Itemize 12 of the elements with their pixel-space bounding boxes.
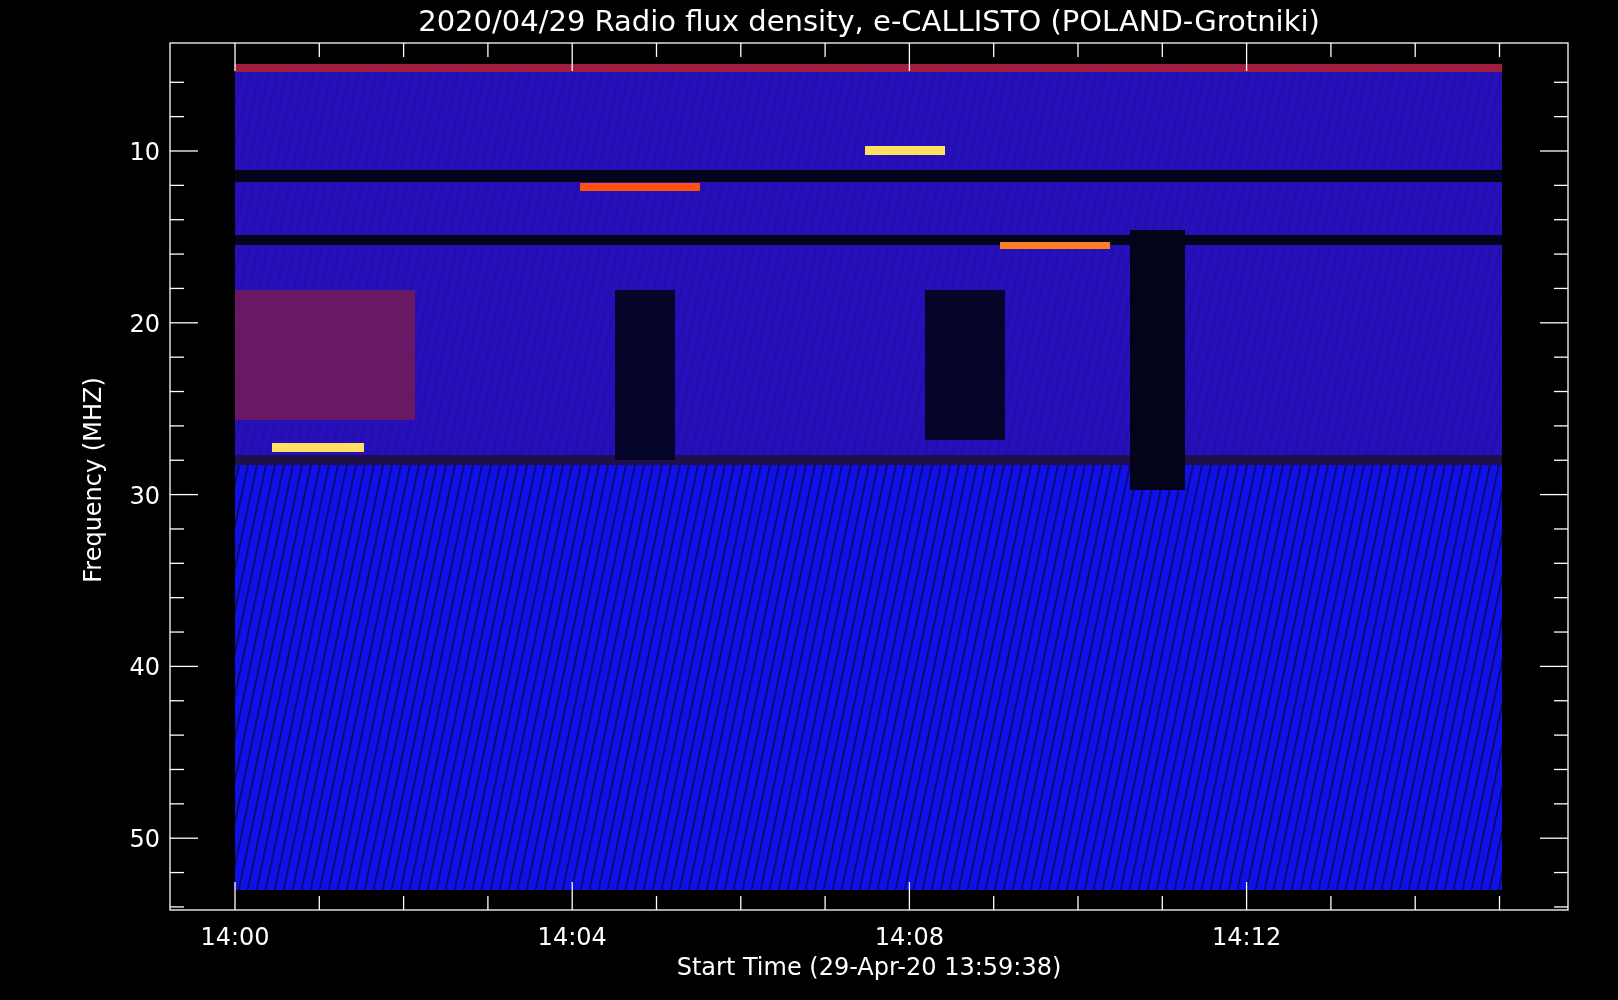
x-axis-label: Start Time (29-Apr-20 13:59:38) (676, 953, 1062, 981)
x-tick-label: 14:04 (537, 923, 607, 951)
y-tick-label: 40 (129, 653, 160, 682)
y-tick-label: 30 (129, 481, 160, 510)
chart-title: 2020/04/29 Radio flux density, e-CALLISTO (POLAND-Grotniki) (418, 4, 1320, 38)
y-tick-label: 20 (129, 309, 160, 338)
y-tick-label: 10 (129, 138, 160, 166)
x-tick-label: 14:12 (1212, 923, 1282, 951)
y-tick-label: 50 (129, 825, 160, 854)
y-axis-label: Frequency (MHZ) (79, 377, 107, 583)
x-tick-label: 14:00 (200, 923, 270, 951)
x-tick-label: 14:08 (874, 923, 944, 951)
